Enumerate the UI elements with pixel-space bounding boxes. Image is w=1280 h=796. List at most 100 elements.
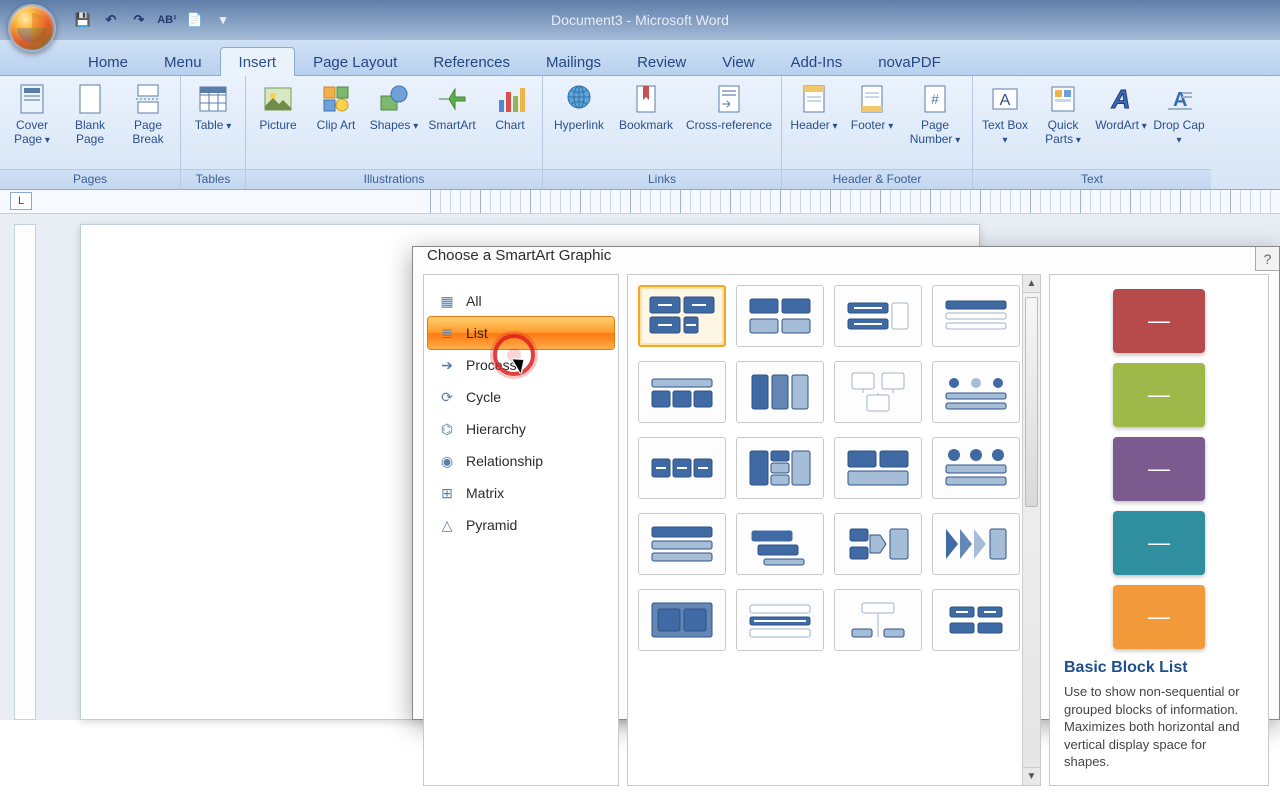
tab-selector[interactable]: L <box>10 192 32 210</box>
tab-insert[interactable]: Insert <box>220 47 296 76</box>
tab-review[interactable]: Review <box>619 48 704 75</box>
all-icon: ▦ <box>438 292 456 310</box>
scrollbar[interactable]: ▲ ▼ <box>1022 275 1040 785</box>
quick-parts-button[interactable]: Quick Parts <box>1035 79 1091 149</box>
category-list[interactable]: ≣ List <box>428 317 614 349</box>
category-cycle[interactable]: ⟳ Cycle <box>428 381 614 413</box>
horizontal-ruler[interactable]: L <box>0 190 1280 214</box>
layout-thumb[interactable] <box>736 437 824 499</box>
dialog-help-icon[interactable]: ? <box>1255 247 1279 271</box>
ruler-scale <box>430 190 1280 213</box>
text-box-button[interactable]: A Text Box <box>977 79 1033 149</box>
chart-button[interactable]: Chart <box>482 79 538 149</box>
category-process[interactable]: ➔ Process <box>428 349 614 381</box>
page-number-button[interactable]: # Page Number <box>902 79 968 149</box>
qat-item[interactable]: AB¹ <box>158 11 176 29</box>
header-button[interactable]: Header <box>786 79 842 149</box>
dialog-title: Choose a SmartArt Graphic <box>413 247 1279 264</box>
shapes-button[interactable]: Shapes <box>366 79 422 149</box>
layout-thumb[interactable] <box>736 285 824 347</box>
scroll-down-icon[interactable]: ▼ <box>1023 767 1040 785</box>
preview-block: — <box>1113 511 1205 575</box>
tab-novapdf[interactable]: novaPDF <box>860 48 959 75</box>
group-label: Pages <box>0 169 180 189</box>
title-bar: 💾 ↶ ↷ AB¹ 📄 ▾ Document3 - Microsoft Word <box>0 0 1280 40</box>
scroll-up-icon[interactable]: ▲ <box>1023 275 1040 293</box>
layout-thumb[interactable] <box>834 437 922 499</box>
cross-reference-icon <box>711 81 747 117</box>
drop-cap-button[interactable]: A Drop Cap <box>1151 79 1207 149</box>
layout-thumb[interactable] <box>736 361 824 423</box>
category-relationship[interactable]: ◉ Relationship <box>428 445 614 477</box>
layout-thumb[interactable] <box>834 513 922 575</box>
group-label: Tables <box>181 169 245 189</box>
quick-parts-icon <box>1045 81 1081 117</box>
page-break-button[interactable]: Page Break <box>120 79 176 149</box>
clip-art-button[interactable]: Clip Art <box>308 79 364 149</box>
layout-thumb[interactable] <box>834 361 922 423</box>
layout-thumb[interactable] <box>736 513 824 575</box>
table-button[interactable]: Table <box>185 79 241 149</box>
tab-view[interactable]: View <box>704 48 772 75</box>
layout-thumb[interactable] <box>932 285 1020 347</box>
footer-button[interactable]: Footer <box>844 79 900 149</box>
table-icon <box>195 81 231 117</box>
tab-menu[interactable]: Menu <box>146 48 220 75</box>
undo-icon[interactable]: ↶ <box>102 11 120 29</box>
group-header-footer: Header Footer # Page Number Header & Foo… <box>782 76 973 189</box>
tab-home[interactable]: Home <box>70 48 146 75</box>
tab-references[interactable]: References <box>415 48 528 75</box>
category-hierarchy[interactable]: ⌬ Hierarchy <box>428 413 614 445</box>
word-doc-icon[interactable]: 📄 <box>186 11 204 29</box>
tab-addins[interactable]: Add-Ins <box>773 48 861 75</box>
tab-page-layout[interactable]: Page Layout <box>295 48 415 75</box>
layout-thumb[interactable] <box>736 589 824 651</box>
category-panel: ▦ All ≣ List ➔ Process ⟳ Cycle ⌬ Hierarc… <box>423 274 619 786</box>
preview-block: — <box>1113 437 1205 501</box>
layout-thumb[interactable] <box>932 589 1020 651</box>
layout-thumb[interactable] <box>932 513 1020 575</box>
smartart-button[interactable]: SmartArt <box>424 79 480 149</box>
category-pyramid[interactable]: △ Pyramid <box>428 509 614 541</box>
layout-thumb[interactable] <box>638 589 726 651</box>
vertical-ruler[interactable] <box>14 224 36 720</box>
svg-text:#: # <box>931 91 939 107</box>
picture-button[interactable]: Picture <box>250 79 306 149</box>
qat-customize-icon[interactable]: ▾ <box>214 11 232 29</box>
save-icon[interactable]: 💾 <box>74 11 92 29</box>
ribbon-tabs: Home Menu Insert Page Layout References … <box>0 40 1280 76</box>
preview-block: — <box>1113 585 1205 649</box>
layout-thumb[interactable] <box>932 437 1020 499</box>
layout-thumb[interactable] <box>834 285 922 347</box>
category-matrix[interactable]: ⊞ Matrix <box>428 477 614 509</box>
cross-reference-button[interactable]: Cross-reference <box>681 79 777 149</box>
bookmark-icon <box>628 81 664 117</box>
scroll-thumb[interactable] <box>1025 297 1038 507</box>
wordart-button[interactable]: A WordArt <box>1093 79 1149 149</box>
hyperlink-button[interactable]: Hyperlink <box>547 79 611 149</box>
blank-page-button[interactable]: Blank Page <box>62 79 118 149</box>
redo-icon[interactable]: ↷ <box>130 11 148 29</box>
layout-thumb[interactable] <box>638 361 726 423</box>
wordart-icon: A <box>1103 81 1139 117</box>
bookmark-button[interactable]: Bookmark <box>613 79 679 149</box>
layout-thumb[interactable] <box>638 513 726 575</box>
preview-block: — <box>1113 363 1205 427</box>
layout-thumb[interactable] <box>638 437 726 499</box>
layout-thumb[interactable] <box>834 589 922 651</box>
group-text: A Text Box Quick Parts A WordArt A Drop … <box>973 76 1211 189</box>
drop-cap-icon: A <box>1161 81 1197 117</box>
office-button[interactable] <box>8 4 56 52</box>
tab-mailings[interactable]: Mailings <box>528 48 619 75</box>
layout-thumb[interactable] <box>932 361 1020 423</box>
chart-icon <box>492 81 528 117</box>
group-links: Hyperlink Bookmark Cross-reference Links <box>543 76 782 189</box>
hierarchy-icon: ⌬ <box>438 420 456 438</box>
cover-page-button[interactable]: Cover Page <box>4 79 60 149</box>
layout-gallery: ▲ ▼ <box>627 274 1041 786</box>
layout-thumb[interactable] <box>638 285 726 347</box>
category-all[interactable]: ▦ All <box>428 285 614 317</box>
header-icon <box>796 81 832 117</box>
cycle-icon: ⟳ <box>438 388 456 406</box>
relationship-icon: ◉ <box>438 452 456 470</box>
